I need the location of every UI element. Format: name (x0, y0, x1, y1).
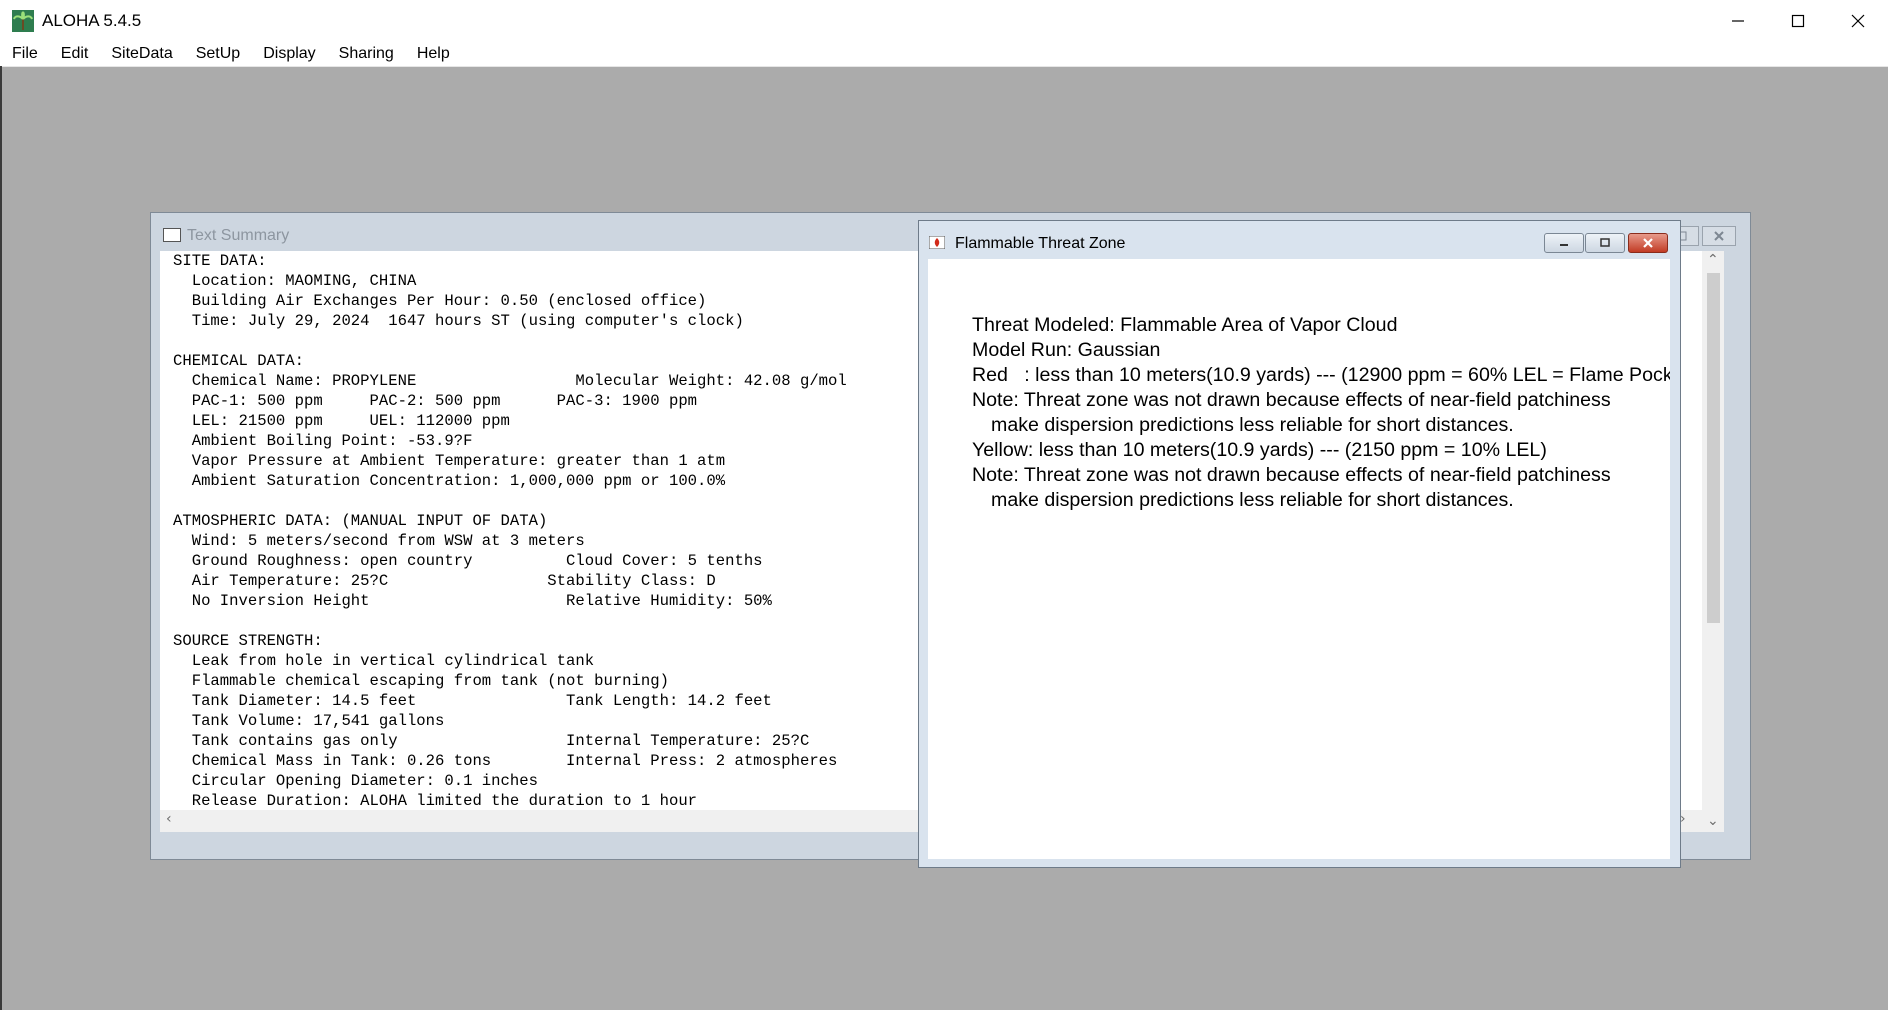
text-summary-line: Location: MAOMING, CHINA (173, 272, 417, 290)
threat-zone-line: Note: Threat zone was not drawn because … (972, 464, 1611, 486)
threat-zone-minimize-button[interactable] (1544, 233, 1584, 253)
menu-sharing[interactable]: Sharing (327, 45, 405, 63)
menu-display[interactable]: Display (251, 45, 326, 63)
window-controls (1708, 0, 1888, 42)
text-summary-line: Tank contains gas only Internal Temperat… (173, 732, 810, 750)
minimize-icon (1732, 20, 1744, 22)
flame-icon (929, 236, 945, 249)
text-summary-line: Tank Volume: 17,541 gallons (173, 712, 445, 730)
threat-zone-line: Red : less than 10 meters(10.9 yards) --… (972, 364, 1670, 386)
text-summary-line: Time: July 29, 2024 1647 hours ST (using… (173, 312, 744, 330)
menu-edit[interactable]: Edit (49, 45, 100, 63)
menu-sitedata[interactable]: SiteData (99, 45, 183, 63)
threat-zone-line: Model Run: Gaussian (972, 339, 1161, 361)
text-summary-line: Ambient Saturation Concentration: 1,000,… (173, 472, 726, 490)
text-summary-line: No Inversion Height Relative Humidity: 5… (173, 592, 772, 610)
maximize-button[interactable] (1768, 0, 1828, 42)
threat-zone-text: Threat Modeled: Flammable Area of Vapor … (972, 313, 1670, 513)
app-titlebar: ALOHA 5.4.5 (0, 0, 1888, 42)
maximize-icon (1791, 14, 1805, 28)
text-summary-line: Building Air Exchanges Per Hour: 0.50 (e… (173, 292, 707, 310)
menu-help[interactable]: Help (405, 45, 461, 63)
scroll-up-icon[interactable]: ⌃ (1707, 252, 1719, 268)
text-summary-title: Text Summary (187, 227, 290, 244)
threat-zone-content: Threat Modeled: Flammable Area of Vapor … (928, 259, 1670, 859)
menu-bar: File Edit SiteData SetUp Display Sharing… (0, 42, 1888, 67)
text-summary-line: ATMOSPHERIC DATA: (MANUAL INPUT OF DATA) (173, 512, 548, 530)
text-summary-line: Flammable chemical escaping from tank (n… (173, 672, 669, 690)
maximize-icon (1600, 238, 1610, 247)
text-summary-line: Chemical Mass in Tank: 0.26 tons Interna… (173, 752, 838, 770)
text-summary-text: SITE DATA: Location: MAOMING, CHINA Buil… (173, 251, 847, 811)
app-title: ALOHA 5.4.5 (42, 11, 142, 30)
minimize-icon (1560, 244, 1568, 246)
scrollbar-thumb[interactable] (1707, 273, 1720, 623)
close-button[interactable] (1828, 0, 1888, 42)
text-summary-line: Air Temperature: 25?C Stability Class: D (173, 572, 716, 590)
palm-tree-icon (12, 10, 34, 32)
minimize-button[interactable] (1708, 0, 1768, 42)
text-summary-line: Ground Roughness: open country Cloud Cov… (173, 552, 763, 570)
text-summary-line: LEL: 21500 ppm UEL: 112000 ppm (173, 412, 510, 430)
close-icon (1851, 14, 1865, 28)
threat-zone-maximize-button[interactable] (1585, 233, 1625, 253)
menu-setup[interactable]: SetUp (184, 45, 251, 63)
menu-file[interactable]: File (0, 45, 49, 63)
threat-zone-line: make dispersion predictions less reliabl… (991, 489, 1514, 511)
text-summary-line: Chemical Name: PROPYLENE Molecular Weigh… (173, 372, 847, 390)
close-icon (1714, 231, 1724, 241)
text-summary-line: Circular Opening Diameter: 0.1 inches (173, 772, 538, 790)
threat-zone-close-button[interactable] (1628, 233, 1668, 253)
text-summary-line: SITE DATA: (173, 252, 267, 270)
text-summary-line: Vapor Pressure at Ambient Temperature: g… (173, 452, 726, 470)
threat-zone-window: Flammable Threat Zone Threat Modeled: Fl… (918, 220, 1681, 868)
threat-zone-line: Note: Threat zone was not drawn because … (972, 389, 1611, 411)
text-summary-line: SOURCE STRENGTH: (173, 632, 323, 650)
document-icon (163, 228, 181, 242)
threat-zone-titlebar[interactable]: Flammable Threat Zone (919, 221, 1680, 259)
text-summary-line: Wind: 5 meters/second from WSW at 3 mete… (173, 532, 585, 550)
vertical-scrollbar[interactable]: ⌃ ⌄ (1702, 251, 1724, 832)
text-summary-line: PAC-1: 500 ppm PAC-2: 500 ppm PAC-3: 190… (173, 392, 698, 410)
text-summary-line: Release Duration: ALOHA limited the dura… (173, 792, 698, 810)
text-summary-line: CHEMICAL DATA: (173, 352, 305, 370)
scroll-left-icon[interactable]: ‹ (166, 811, 172, 827)
threat-zone-line: Threat Modeled: Flammable Area of Vapor … (972, 314, 1398, 336)
text-summary-line: Ambient Boiling Point: -53.9?F (173, 432, 473, 450)
threat-zone-line: make dispersion predictions less reliabl… (991, 414, 1514, 436)
text-summary-line: Leak from hole in vertical cylindrical t… (173, 652, 595, 670)
text-summary-close-button[interactable] (1702, 226, 1736, 246)
text-summary-line: Tank Diameter: 14.5 feet Tank Length: 14… (173, 692, 772, 710)
scroll-down-icon[interactable]: ⌄ (1707, 813, 1719, 829)
threat-zone-line: Yellow: less than 10 meters(10.9 yards) … (972, 439, 1547, 461)
close-icon (1643, 238, 1653, 248)
threat-zone-title: Flammable Threat Zone (955, 235, 1126, 252)
